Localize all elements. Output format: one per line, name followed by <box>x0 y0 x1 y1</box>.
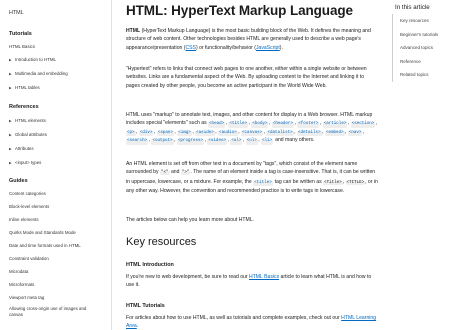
code-link-header[interactable]: <header> <box>271 122 294 128</box>
css-link[interactable]: CSS <box>185 45 195 51</box>
toc-item-reference[interactable]: Reference <box>393 55 472 69</box>
code-link-progress[interactable]: <progress> <box>176 139 205 145</box>
code-link-datalist[interactable]: <datalist> <box>266 130 294 137</box>
sidebar-item-cross-origin[interactable]: Allowing cross-origin use of images and … <box>0 306 100 318</box>
code-link-aside[interactable]: <aside> <box>195 130 215 137</box>
chevron-right-icon: ▶ <box>9 118 12 123</box>
code-link-div[interactable]: <div> <box>138 130 154 137</box>
code-link-audio[interactable]: <audio> <box>218 130 238 137</box>
html-tutorials-heading: HTML Tutorials <box>126 303 165 309</box>
code-link-embed[interactable]: <embed> <box>324 130 345 137</box>
code-link-footer[interactable]: <footer> <box>297 122 320 128</box>
html-introduction-paragraph: If you're new to web development, be sur… <box>126 274 372 289</box>
sidebar-item-microdata[interactable]: Microdata <box>0 269 28 274</box>
sidebar-item-multimedia[interactable]: ▶ Multimedia and embedding <box>0 71 68 76</box>
articles-paragraph: The articles below can help you learn mo… <box>126 217 254 223</box>
code-link-span[interactable]: <span> <box>156 130 174 137</box>
code-link-video[interactable]: <video> <box>207 139 227 145</box>
code-lt: "<" <box>159 171 170 176</box>
toc-item-advanced-topics[interactable]: Advanced topics <box>393 41 472 55</box>
code-link-ul[interactable]: <ul> <box>230 139 243 145</box>
chevron-right-icon: ▶ <box>9 132 12 137</box>
code-link-output[interactable]: <output> <box>151 139 174 145</box>
sidebar-item-microformats[interactable]: Microformats <box>0 282 34 287</box>
sidebar-item-html-root[interactable]: HTML <box>0 10 24 16</box>
chevron-right-icon: ▶ <box>9 85 12 90</box>
chevron-right-icon: ▶ <box>9 57 12 62</box>
html-basics-link[interactable]: HTML Basics <box>249 274 279 280</box>
toc-title: In this article <box>395 4 430 11</box>
intro-paragraph: HTML (HyperText Markup Language) is the … <box>126 28 371 51</box>
code-link-section[interactable]: <section> <box>350 122 376 128</box>
sidebar-item-quirks-mode[interactable]: Quirks Mode and Standards Mode <box>0 230 76 235</box>
code-link-title[interactable]: <title> <box>228 122 249 128</box>
sidebar-item-html-tables[interactable]: ▶ HTML tables <box>0 85 40 90</box>
toc-item-beginners-tutorials[interactable]: Beginner's tutorials <box>393 28 472 42</box>
sidebar-item-input-types[interactable]: ▶ <input> types <box>0 160 41 165</box>
table-of-contents: In this article Key resources Beginner's… <box>392 0 474 150</box>
chevron-right-icon: ▶ <box>9 71 12 76</box>
code-link-head[interactable]: <head> <box>208 122 226 128</box>
code-gt: ">" <box>180 171 191 176</box>
sidebar-item-intro-html[interactable]: ▶ Introduction to HTML <box>0 57 56 62</box>
code-link-img[interactable]: <img> <box>177 130 192 137</box>
sidebar-heading-guides: Guides <box>9 178 28 184</box>
toc-list: Key resources Beginner's tutorials Advan… <box>392 14 472 82</box>
key-resources-heading: Key resources <box>126 236 197 248</box>
sidebar-item-content-categories[interactable]: Content categories <box>0 191 46 196</box>
javascript-link[interactable]: JavaScript <box>256 45 280 51</box>
code-title-variant: <Title> <box>323 180 343 185</box>
code-title-upper: <TITLE> <box>345 180 366 185</box>
sidebar-item-html-elements[interactable]: ▶ HTML elements <box>0 118 46 123</box>
sidebar-item-viewport-meta[interactable]: Viewport meta tag <box>0 295 44 300</box>
sidebar-heading-tutorials: Tutorials <box>9 31 32 37</box>
sidebar-item-attributes[interactable]: ▶ Attributes <box>0 146 34 151</box>
code-link-search[interactable]: <search> <box>126 139 149 145</box>
code-link-nav[interactable]: <nav> <box>347 130 363 137</box>
page-title: HTML: HyperText Markup Language <box>126 3 353 18</box>
html-introduction-heading: HTML Introduction <box>126 262 174 268</box>
sidebar-heading-references: References <box>9 104 39 110</box>
sidebar-nav: HTML Tutorials HTML Basics ▶ Introduction… <box>0 0 112 330</box>
code-link-p[interactable]: <p> <box>126 130 136 137</box>
element-paragraph: An HTML element is set off from other te… <box>126 161 378 194</box>
sidebar-item-global-attributes[interactable]: ▶ Global attributes <box>0 132 47 137</box>
code-link-ol[interactable]: <ol> <box>245 139 258 145</box>
html-tutorials-paragraph: For articles about how to use HTML, as w… <box>126 315 377 330</box>
toc-item-related-topics[interactable]: Related topics <box>393 68 472 82</box>
sidebar-item-inline-elements[interactable]: Inline elements <box>0 217 39 222</box>
sidebar-item-block-level[interactable]: Block-level elements <box>0 204 49 209</box>
code-link-article[interactable]: <article> <box>322 122 348 128</box>
chevron-right-icon: ▶ <box>9 160 12 165</box>
markup-paragraph: HTML uses "markup" to annotate text, ima… <box>126 112 378 145</box>
code-link-canvas[interactable]: <canvas> <box>241 130 264 137</box>
sidebar-item-constraint-validation[interactable]: Constraint validation <box>0 256 49 261</box>
chevron-right-icon: ▶ <box>9 146 12 151</box>
main-content: HTML: HyperText Markup Language HTML (Hy… <box>126 0 380 330</box>
code-link-details[interactable]: <details> <box>296 130 322 137</box>
toc-item-key-resources[interactable]: Key resources <box>393 14 472 28</box>
sidebar-item-date-time-formats[interactable]: Date and time formats used in HTML <box>0 243 81 248</box>
code-link-title[interactable]: <title> <box>253 180 273 187</box>
sidebar-root-label: HTML <box>9 10 24 16</box>
code-link-body[interactable]: <body> <box>251 122 269 128</box>
code-link-li[interactable]: <li> <box>261 139 274 145</box>
hypertext-paragraph: "Hypertext" refers to links that connect… <box>126 66 367 89</box>
sidebar-item-html-basics[interactable]: HTML Basics <box>0 44 35 49</box>
